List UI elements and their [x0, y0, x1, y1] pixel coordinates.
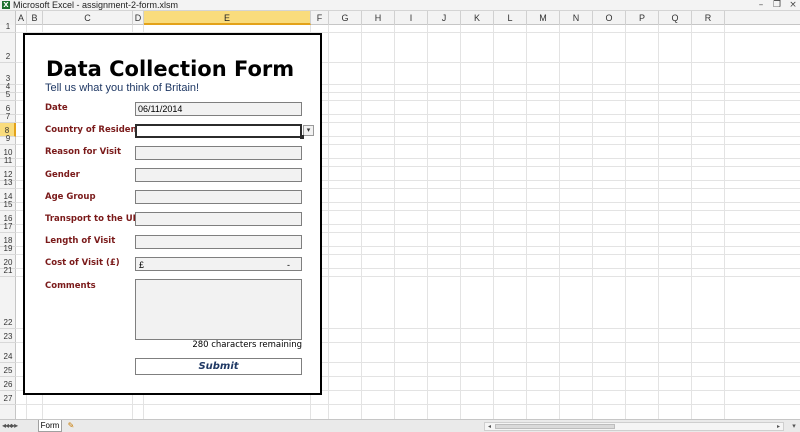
column-header-m[interactable]: M [527, 11, 560, 25]
column-header-q[interactable]: Q [659, 11, 692, 25]
label-date: Date [45, 103, 68, 113]
scroll-down-icon[interactable]: ▾ [788, 420, 800, 432]
title-bar: X Microsoft Excel - assignment-2-form.xl… [0, 0, 800, 11]
gridline [16, 404, 800, 405]
cost-field[interactable] [135, 257, 302, 271]
row-header-15[interactable]: 15 [0, 200, 16, 211]
column-header-n[interactable]: N [560, 11, 593, 25]
sheet-tab-bar: ◂◂◂▸▸ Form ✎ ◂ ▸ ▾ [0, 419, 800, 432]
characters-remaining: 280 characters remaining [192, 340, 302, 350]
sheet-tab-form[interactable]: Form [38, 420, 62, 432]
form-title: Data Collection Form [46, 57, 295, 81]
row-header-21[interactable]: 21 [0, 266, 16, 277]
column-header-b[interactable]: B [27, 11, 43, 25]
row-header-2[interactable]: 2 [0, 33, 16, 63]
label-gender: Gender [45, 170, 80, 180]
transport-field[interactable] [135, 212, 302, 226]
excel-window: X Microsoft Excel - assignment-2-form.xl… [0, 0, 800, 432]
row-headers: 1 2 3 4 5 6 7 8 9 10 11 12 13 14 15 16 17 18 19 20 21 22 23 24 2… [0, 22, 16, 419]
column-header-o[interactable]: O [593, 11, 626, 25]
row-header-13[interactable]: 13 [0, 178, 16, 189]
row-header-27[interactable]: 27 [0, 391, 16, 405]
row-header-25[interactable]: 25 [0, 363, 16, 377]
date-field[interactable]: 06/11/2014 [135, 102, 302, 116]
minimize-icon[interactable]: – [756, 0, 766, 10]
form-subtitle: Tell us what you think of Britain! [45, 82, 200, 94]
label-age-group: Age Group [45, 192, 96, 202]
label-transport: Transport to the UK [45, 214, 140, 224]
restore-icon[interactable]: ❐ [772, 0, 782, 10]
row-header-9[interactable]: 9 [0, 134, 16, 145]
submit-button[interactable]: Submit [135, 358, 302, 375]
age-group-field[interactable] [135, 190, 302, 204]
chevron-down-icon[interactable]: ▾ [303, 125, 314, 136]
row-header-11[interactable]: 11 [0, 156, 16, 167]
column-headers: ABCDEFGHIJKLMNOPQR [0, 11, 800, 25]
sheet-nav-arrows-icon[interactable]: ◂◂◂▸▸ [2, 420, 18, 432]
excel-icon: X [2, 1, 10, 9]
label-reason: Reason for Visit [45, 147, 122, 157]
row-header-1[interactable]: 1 [0, 22, 16, 33]
column-header-i[interactable]: I [395, 11, 428, 25]
scroll-thumb[interactable] [495, 424, 615, 429]
label-comments: Comments [45, 281, 96, 291]
column-header-l[interactable]: L [494, 11, 527, 25]
currency-symbol: £ [139, 260, 145, 270]
currency-placeholder-dash: - [287, 260, 290, 270]
row-header-7[interactable]: 7 [0, 112, 16, 123]
column-header-c[interactable]: C [43, 11, 133, 25]
label-country: Country of Residence [45, 125, 148, 135]
column-header-h[interactable]: H [362, 11, 395, 25]
column-header-d[interactable]: D [133, 11, 144, 25]
row-header-23[interactable]: 23 [0, 329, 16, 343]
column-header-g[interactable]: G [329, 11, 362, 25]
window-title: Microsoft Excel - assignment-2-form.xlsm [13, 0, 179, 10]
row-header-24[interactable]: 24 [0, 343, 16, 363]
insert-sheet-icon[interactable]: ✎ [64, 421, 78, 431]
column-header-r[interactable]: R [692, 11, 725, 25]
row-header-19[interactable]: 19 [0, 244, 16, 255]
column-header-a[interactable]: A [16, 11, 27, 25]
column-header-f[interactable]: F [311, 11, 329, 25]
label-cost: Cost of Visit (£) [45, 258, 120, 268]
label-length: Length of Visit [45, 236, 116, 246]
row-header-26[interactable]: 26 [0, 377, 16, 391]
horizontal-scrollbar[interactable]: ◂ ▸ [484, 422, 784, 431]
comments-textarea[interactable] [135, 279, 302, 340]
length-field[interactable] [135, 235, 302, 249]
scroll-right-icon[interactable]: ▸ [774, 423, 783, 430]
column-header-j[interactable]: J [428, 11, 461, 25]
gender-field[interactable] [135, 168, 302, 182]
column-header-e[interactable]: E [144, 11, 311, 25]
column-header-k[interactable]: K [461, 11, 494, 25]
row-header-17[interactable]: 17 [0, 222, 16, 233]
fill-handle[interactable] [300, 135, 304, 139]
row-header-5[interactable]: 5 [0, 90, 16, 101]
country-dropdown[interactable] [135, 124, 302, 138]
scroll-left-icon[interactable]: ◂ [485, 423, 494, 430]
row-header-22[interactable]: 22 [0, 277, 16, 329]
reason-field[interactable] [135, 146, 302, 160]
close-icon[interactable]: × [788, 0, 798, 10]
column-header-p[interactable]: P [626, 11, 659, 25]
